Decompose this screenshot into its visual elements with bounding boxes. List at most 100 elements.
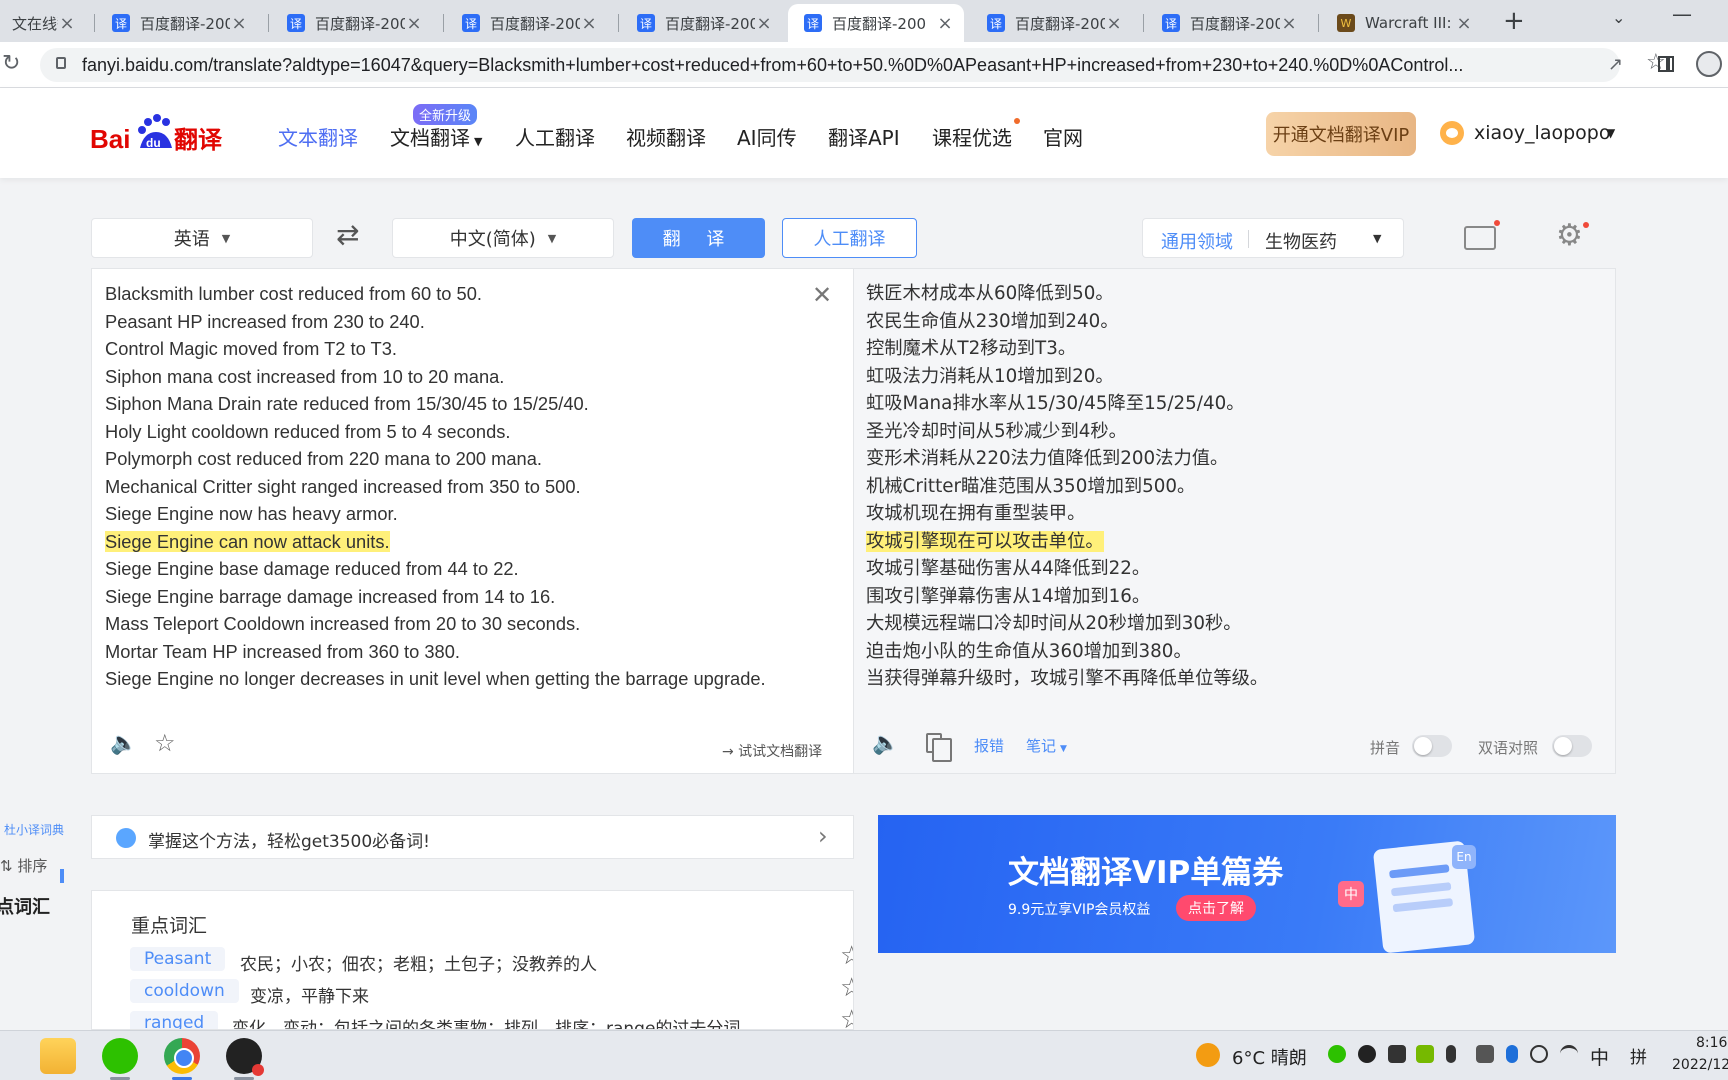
source-text-panel[interactable]: Blacksmith lumber cost reduced from 60 t…: [91, 268, 854, 774]
microphone-icon[interactable]: [1446, 1045, 1456, 1063]
obs-icon[interactable]: [226, 1038, 264, 1076]
user-avatar-icon[interactable]: [1440, 121, 1464, 145]
vocab-word[interactable]: Peasant: [130, 947, 226, 971]
domain-selected-value[interactable]: 生物医药: [1265, 228, 1337, 254]
nav-translate-api[interactable]: 翻译API: [828, 122, 900, 151]
clear-text-icon[interactable]: ✕: [812, 281, 832, 309]
nav-doc-translate[interactable]: 文档翻译 ▼: [390, 122, 482, 151]
translate-button[interactable]: 翻 译: [632, 218, 765, 258]
file-explorer-icon[interactable]: [40, 1038, 76, 1074]
vocab-row: ranged 变化，变动；包括之间的各类事物；排列，排序；range的过去分词和…: [130, 1011, 850, 1029]
chrome-icon[interactable]: [164, 1038, 200, 1074]
url-text[interactable]: fanyi.baidu.com/translate?aldtype=16047&…: [82, 55, 1592, 76]
nav-human-translate[interactable]: 人工翻译: [515, 122, 595, 151]
domain-general-option[interactable]: 通用领域: [1161, 228, 1233, 254]
lock-icon[interactable]: [56, 57, 66, 69]
wechat-tray-icon[interactable]: [1328, 1045, 1346, 1063]
browser-tab[interactable]: 译 百度翻译-200 ×: [971, 4, 1133, 42]
browser-tab[interactable]: 译 百度翻译-200 ×: [446, 4, 608, 42]
vip-ad-banner[interactable]: 文档翻译VIP单篇券 9.9元立享VIP会员权益 点击了解 中 En: [878, 815, 1616, 953]
tab-close-icon[interactable]: ×: [230, 13, 248, 34]
tab-search-chevron-icon[interactable]: ⌄: [1612, 8, 1625, 27]
copy-icon[interactable]: [926, 733, 952, 762]
side-panel-icon[interactable]: [1658, 56, 1674, 72]
swap-languages-icon[interactable]: ⇄: [336, 218, 359, 251]
profile-avatar-icon[interactable]: [1696, 51, 1722, 77]
nav-official-site[interactable]: 官网: [1043, 122, 1083, 151]
tab-close-icon[interactable]: ×: [405, 13, 423, 34]
notes-dropdown[interactable]: 笔记 ▼: [1026, 735, 1067, 756]
target-language-select[interactable]: 中文(简体) ▼: [392, 218, 614, 258]
bilingual-toggle[interactable]: [1552, 735, 1592, 757]
caret-down-icon[interactable]: ▼: [1373, 232, 1381, 245]
tab-close-icon[interactable]: ×: [1280, 13, 1298, 34]
browser-tab[interactable]: 译 百度翻译-200 ×: [621, 4, 783, 42]
speaker-icon[interactable]: 🔈: [872, 731, 899, 756]
nav-video-translate[interactable]: 视频翻译: [626, 122, 706, 151]
browser-tab[interactable]: 文在线翻 ×: [0, 4, 86, 42]
tab-separator: [618, 14, 619, 32]
source-language-select[interactable]: 英语 ▼: [91, 218, 313, 258]
username[interactable]: xiaoy_laopopo: [1474, 122, 1610, 144]
tab-close-icon[interactable]: ×: [1105, 13, 1123, 34]
dictionary-tab-label[interactable]: 杜小译词典: [4, 821, 64, 838]
tab-close-icon[interactable]: ×: [580, 13, 598, 34]
share-icon[interactable]: ↗: [1608, 54, 1623, 75]
obs-tray-icon[interactable]: [1358, 1045, 1376, 1063]
user-menu-caret-icon[interactable]: ▼: [1606, 126, 1615, 140]
nav-text-translate[interactable]: 文本翻译: [278, 122, 358, 151]
chevron-right-icon[interactable]: ›: [818, 822, 828, 850]
favorite-star-icon[interactable]: ☆: [840, 973, 853, 1003]
reload-icon[interactable]: ↻: [2, 51, 20, 76]
tip-banner[interactable]: 掌握这个方法，轻松get3500必备词! ›: [91, 815, 854, 859]
browser-tab[interactable]: 译 百度翻译-200 ×: [96, 4, 258, 42]
speaker-icon[interactable]: 🔈: [110, 731, 137, 756]
battery-tray-icon[interactable]: [1388, 1045, 1406, 1063]
tab-close-icon[interactable]: ×: [58, 13, 76, 34]
nav-ai-interpretation[interactable]: AI同传: [737, 122, 797, 151]
clock-time[interactable]: 8:16: [1696, 1035, 1727, 1051]
window-minimize-icon[interactable]: —: [1672, 2, 1692, 26]
new-tab-button[interactable]: +: [1503, 6, 1525, 36]
wechat-icon[interactable]: [102, 1038, 138, 1074]
baidu-translate-logo[interactable]: Bai du 翻译: [90, 110, 230, 158]
vocab-word[interactable]: cooldown: [130, 979, 239, 1003]
nav-courses[interactable]: 课程优选: [932, 122, 1012, 151]
sort-label[interactable]: ⇅ 排序: [0, 855, 47, 876]
browser-tab[interactable]: 译 百度翻译-200 ×: [271, 4, 433, 42]
domain-select[interactable]: 通用领域 生物医药 ▼: [1142, 218, 1404, 258]
favorite-star-icon[interactable]: ☆: [154, 729, 176, 757]
bluetooth-icon[interactable]: [1506, 1045, 1518, 1063]
vocab-tab-label[interactable]: 点词汇: [0, 893, 50, 919]
browser-tab[interactable]: 译 百度翻译-200 ×: [1146, 4, 1308, 42]
clock-date[interactable]: 2022/12: [1672, 1057, 1728, 1073]
vocab-word[interactable]: ranged: [130, 1011, 219, 1029]
display-tray-icon[interactable]: [1476, 1045, 1494, 1063]
bilingual-label: 双语对照: [1478, 739, 1539, 757]
favorite-star-icon[interactable]: ☆: [840, 941, 853, 971]
browser-tab-active[interactable]: 译 百度翻译-200 ×: [788, 4, 964, 42]
favorite-star-icon[interactable]: ☆: [840, 1005, 853, 1029]
settings-gear-icon[interactable]: ⚙: [1556, 218, 1583, 253]
tab-close-icon[interactable]: ×: [936, 13, 954, 34]
browser-tab[interactable]: W Warcraft III: F ×: [1321, 4, 1483, 42]
report-error-link[interactable]: 报错: [974, 735, 1004, 756]
nvidia-tray-icon[interactable]: [1416, 1045, 1434, 1063]
pinyin-toggle[interactable]: [1412, 735, 1452, 757]
ime-indicator[interactable]: 中: [1590, 1043, 1609, 1070]
wifi-icon[interactable]: [1560, 1045, 1578, 1063]
vip-subscribe-button[interactable]: 开通文档翻译VIP: [1266, 112, 1416, 156]
weather-text[interactable]: 6°C 晴朗: [1232, 1044, 1307, 1070]
volume-icon[interactable]: [1530, 1045, 1548, 1063]
favorites-folder-icon[interactable]: [1464, 220, 1500, 250]
human-translate-button[interactable]: 人工翻译: [782, 218, 917, 258]
source-textarea[interactable]: Blacksmith lumber cost reduced from 60 t…: [105, 280, 795, 693]
tab-close-icon[interactable]: ×: [755, 13, 773, 34]
try-doc-translate-link[interactable]: → 试试文档翻译: [722, 741, 822, 761]
omnibox[interactable]: fanyi.baidu.com/translate?aldtype=16047&…: [40, 48, 1666, 82]
keyboard-layout-indicator[interactable]: 拼: [1630, 1043, 1647, 1068]
weather-sun-icon[interactable]: [1196, 1043, 1220, 1067]
tab-close-icon[interactable]: ×: [1455, 13, 1473, 34]
target-line: 铁匠木材成本从60降低到50。: [866, 283, 1114, 304]
ad-cta-button[interactable]: 点击了解: [1176, 895, 1256, 921]
